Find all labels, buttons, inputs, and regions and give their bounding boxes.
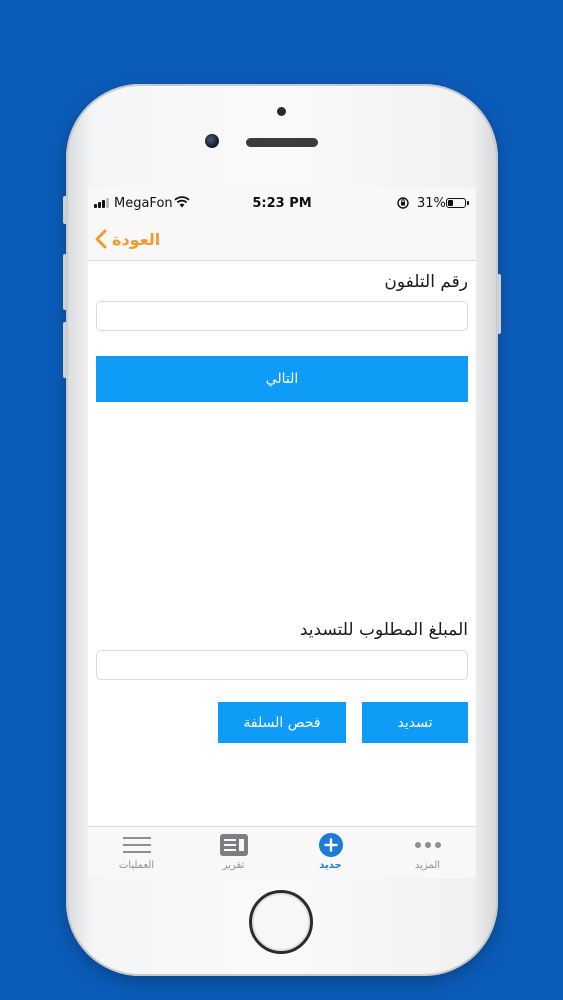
status-bar: MegaFon 5:23 PM 31%: [88, 188, 476, 220]
tab-more[interactable]: المزيد: [379, 827, 476, 878]
tab-label: المزيد: [414, 860, 441, 871]
amount-input[interactable]: [96, 650, 468, 680]
pay-button[interactable]: تسديد: [362, 702, 468, 743]
plus-circle-icon: [318, 833, 343, 857]
chevron-left-icon: [95, 229, 107, 249]
next-button[interactable]: التالي: [96, 356, 468, 402]
tab-new[interactable]: جديد: [282, 827, 379, 878]
check-loan-button[interactable]: فحص السلفة: [218, 702, 346, 743]
navigation-bar: العودة: [88, 220, 476, 261]
app-screen: MegaFon 5:23 PM 31% العودة رقم التلفون ا…: [88, 188, 476, 878]
back-button[interactable]: العودة: [94, 226, 160, 252]
tab-report[interactable]: تقرير: [185, 827, 282, 878]
battery-percent: 31%: [417, 196, 446, 211]
battery-tip: [467, 201, 469, 205]
report-icon: [219, 834, 248, 856]
phone-input[interactable]: [96, 301, 468, 331]
volume-up-button: [63, 254, 67, 310]
home-button[interactable]: [249, 890, 313, 954]
volume-down-button: [63, 322, 67, 378]
tab-operations[interactable]: العمليات: [88, 827, 185, 878]
proximity-sensor: [277, 107, 286, 116]
rotation-lock-icon: [397, 197, 409, 209]
tab-label: العمليات: [118, 860, 155, 871]
tab-label: تقرير: [222, 860, 245, 871]
power-button: [497, 274, 501, 334]
earpiece-speaker: [246, 138, 318, 147]
tab-bar: العمليات تقرير جديد المزيد: [88, 826, 476, 878]
menu-lines-icon: [122, 837, 151, 853]
tab-label: جديد: [319, 860, 342, 871]
promo-background: MegaFon 5:23 PM 31% العودة رقم التلفون ا…: [0, 0, 563, 1000]
more-dots-icon: [414, 842, 441, 848]
mute-switch: [63, 196, 67, 224]
front-camera: [205, 134, 219, 148]
back-label: العودة: [112, 229, 161, 249]
amount-label: المبلغ المطلوب للتسديد: [299, 620, 468, 640]
phone-label: رقم التلفون: [384, 272, 468, 292]
battery-icon: [446, 198, 466, 208]
